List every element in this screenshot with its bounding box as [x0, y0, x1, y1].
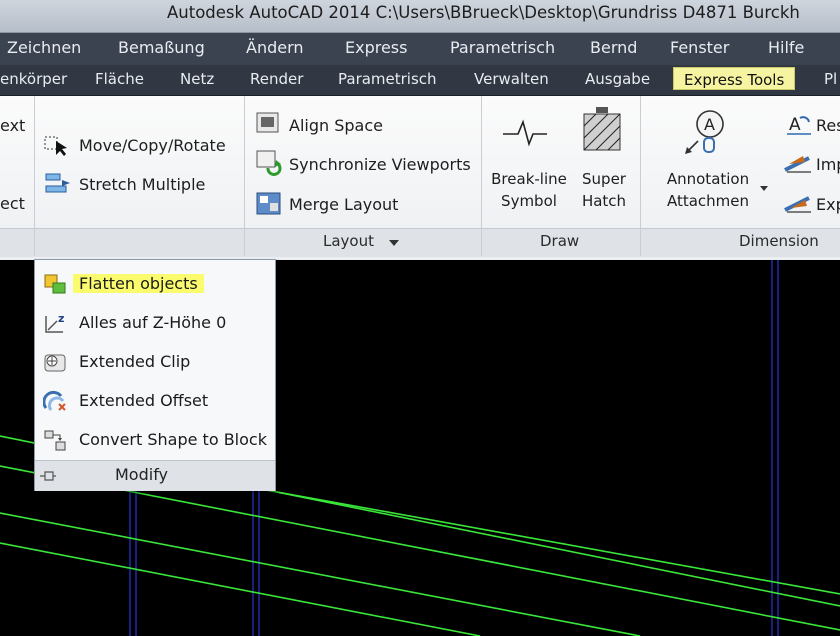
svg-text:A: A: [704, 115, 715, 134]
menu-fenster[interactable]: Fenster: [670, 38, 729, 57]
align-space-icon: [256, 112, 279, 133]
break-line-icon: [503, 119, 547, 147]
extended-clip-item[interactable]: Extended Clip: [35, 343, 275, 381]
tab-ausgabe[interactable]: Ausgabe: [585, 70, 650, 88]
break-line-symbol-button[interactable]: Break-line Symbol: [488, 168, 570, 212]
stretch-multiple-button[interactable]: Stretch Multiple: [79, 175, 205, 194]
annotation-attachment-button[interactable]: Annotation Attachmen: [658, 168, 758, 212]
menu-aendern[interactable]: Ändern: [246, 38, 304, 57]
tab-flaeche[interactable]: Fläche: [95, 70, 144, 88]
menu-bemassung[interactable]: Bemaßung: [118, 38, 205, 57]
modify-panel-footer: Modify: [35, 460, 275, 491]
tab-netz[interactable]: Netz: [180, 70, 214, 88]
convert-shape-to-block-item[interactable]: Convert Shape to Block: [35, 421, 275, 459]
layout-panel-label[interactable]: Layout: [323, 232, 374, 250]
merge-layout-icon: [256, 192, 281, 215]
merge-layout-button[interactable]: Merge Layout: [289, 195, 398, 214]
tab-parametrisch[interactable]: Parametrisch: [338, 70, 437, 88]
synchronize-viewports-button[interactable]: Synchronize Viewports: [289, 155, 471, 174]
extended-offset-icon: [43, 390, 66, 411]
menu-zeichnen[interactable]: Zeichnen: [7, 38, 81, 57]
import-dim-icon: [784, 156, 811, 173]
annotation-label-1: Annotation: [666, 170, 750, 188]
pin-icon[interactable]: [39, 470, 57, 482]
convert-shape-to-block-icon: [44, 430, 66, 451]
ribbon-panel: ext ect Move/Copy/Rotate Stretch Multipl…: [0, 96, 840, 260]
align-space-button[interactable]: Align Space: [289, 116, 383, 135]
tab-partial[interactable]: Pl: [824, 70, 837, 88]
extended-offset-label: Extended Offset: [79, 391, 209, 410]
reset-dim-button[interactable]: Res: [816, 116, 840, 135]
flatten-objects-icon: [44, 274, 66, 294]
menu-bar: Zeichnen Bemaßung Ändern Express Paramet…: [0, 33, 840, 65]
export-dim-button[interactable]: Exp: [816, 195, 840, 214]
z-height-icon: z: [45, 312, 64, 333]
extended-clip-label: Extended Clip: [79, 352, 191, 371]
export-dim-icon: [784, 196, 811, 213]
footer-separator: [34, 228, 35, 256]
import-dim-button[interactable]: Imp: [816, 155, 840, 174]
flatten-objects-item[interactable]: Flatten objects: [35, 265, 275, 303]
ribbon-tab-bar: enkörper Fläche Netz Render Parametrisch…: [0, 65, 840, 96]
ribbon-partial-select[interactable]: ect: [0, 194, 25, 213]
footer-separator: [481, 228, 482, 256]
svg-text:z: z: [58, 312, 64, 325]
green-wall-line: [0, 542, 481, 636]
annotation-attachment-icon: A: [685, 110, 724, 154]
menu-hilfe[interactable]: Hilfe: [768, 38, 804, 57]
extended-offset-item[interactable]: Extended Offset: [35, 382, 275, 420]
modify-panel-label: Modify: [115, 465, 169, 484]
annotation-dropdown-arrow-icon[interactable]: [760, 186, 768, 192]
draw-panel-label[interactable]: Draw: [540, 232, 579, 250]
ribbon-panel-footer: [0, 228, 840, 257]
synchronize-viewports-icon: [256, 150, 282, 176]
layout-panel-expand-icon[interactable]: [389, 240, 399, 246]
super-hatch-icon: [583, 107, 621, 151]
footer-separator: [640, 228, 641, 256]
super-hatch-button[interactable]: Super Hatch: [576, 168, 632, 212]
flatten-objects-label: Flatten objects: [73, 274, 204, 293]
dimension-panel-label[interactable]: Dimension: [739, 232, 819, 250]
tab-volumenkoerper[interactable]: enkörper: [0, 70, 67, 88]
menu-bernd[interactable]: Bernd: [590, 38, 637, 57]
menu-parametrisch[interactable]: Parametrisch: [450, 38, 555, 57]
title-bar: Autodesk AutoCAD 2014 C:\Users\BBrueck\D…: [0, 0, 840, 33]
alles-auf-z-hoehe-label: Alles auf Z-Höhe 0: [79, 313, 227, 332]
convert-shape-to-block-label: Convert Shape to Block: [79, 430, 267, 449]
green-wall-line: [0, 512, 641, 636]
super-hatch-label-1: Super: [582, 170, 626, 188]
move-copy-rotate-button[interactable]: Move/Copy/Rotate: [79, 136, 226, 155]
svg-text:A: A: [789, 115, 801, 135]
alles-auf-z-hoehe-item[interactable]: z Alles auf Z-Höhe 0: [35, 304, 275, 342]
tab-render[interactable]: Render: [250, 70, 303, 88]
move-copy-rotate-icon: [44, 136, 67, 156]
reset-dim-icon: A: [787, 115, 811, 135]
footer-separator: [244, 228, 245, 256]
tab-verwalten[interactable]: Verwalten: [474, 70, 549, 88]
break-line-label-2: Symbol: [501, 192, 557, 210]
extended-clip-icon: [44, 354, 66, 372]
modify-dropdown-panel: Flatten objects z Alles auf Z-Höhe 0 Ext…: [34, 259, 276, 491]
stretch-multiple-icon: [45, 173, 70, 193]
super-hatch-label-2: Hatch: [581, 192, 627, 210]
annotation-label-2: Attachmen: [666, 192, 750, 210]
window-title: Autodesk AutoCAD 2014 C:\Users\BBrueck\D…: [167, 3, 800, 22]
break-line-label-1: Break-line: [491, 170, 567, 188]
menu-express[interactable]: Express: [345, 38, 407, 57]
tab-express-tools[interactable]: Express Tools: [673, 67, 796, 90]
ribbon-partial-text[interactable]: ext: [0, 116, 25, 135]
